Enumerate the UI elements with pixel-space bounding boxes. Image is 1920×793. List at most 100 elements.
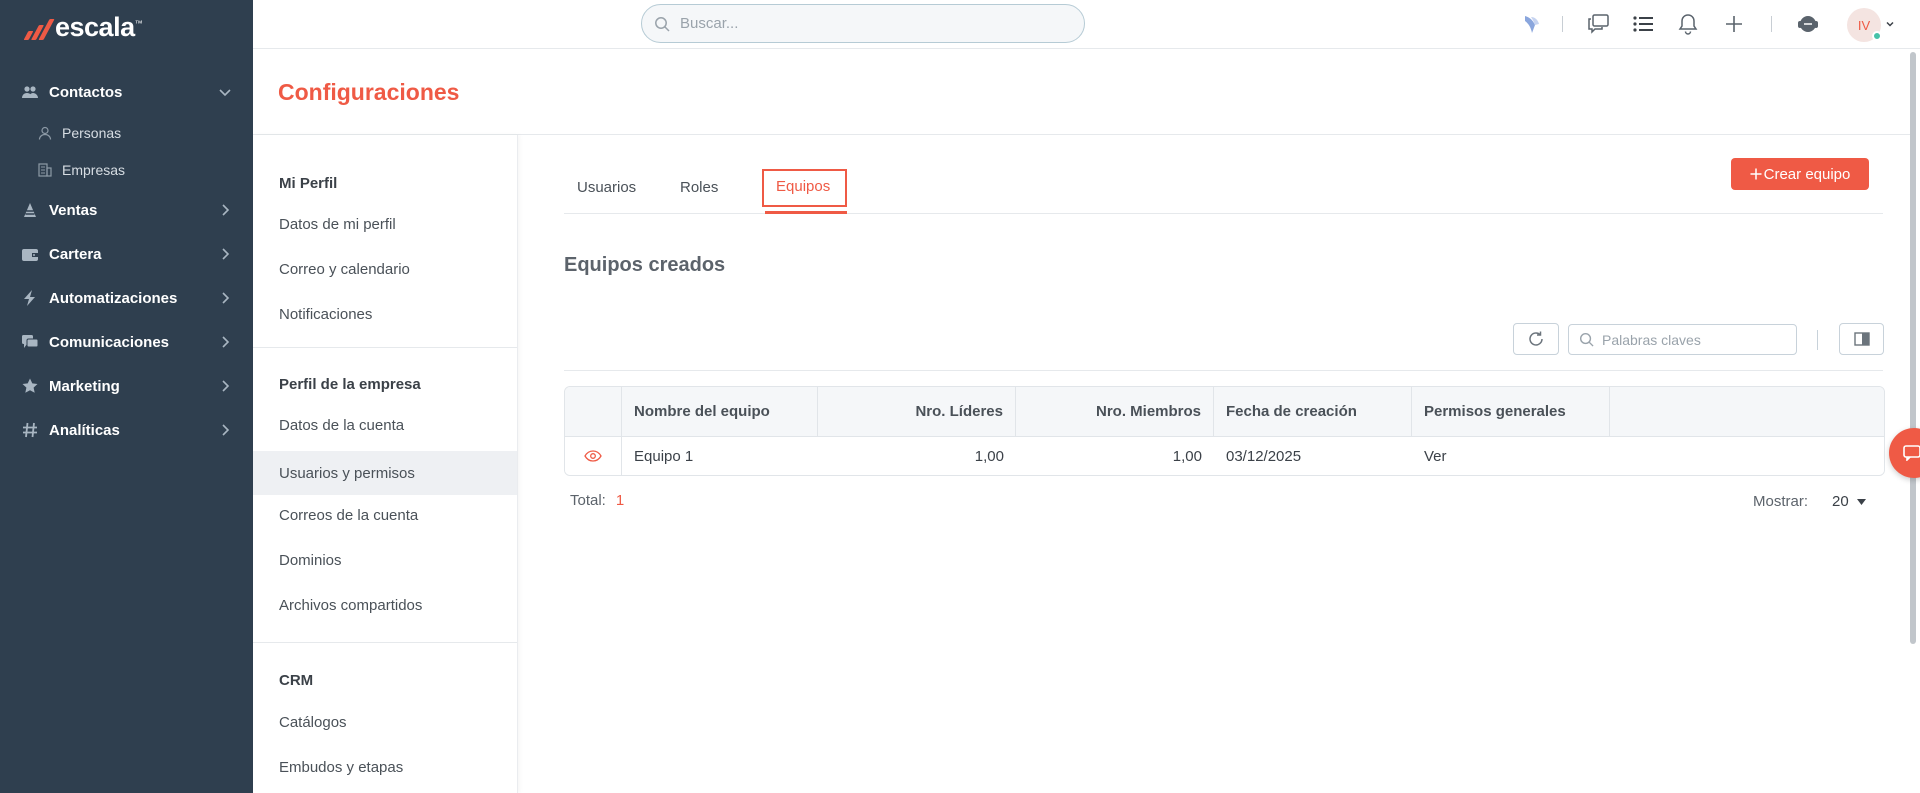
menu-link-embudos-y-etapas[interactable]: Embudos y etapas: [253, 745, 517, 789]
messages-icon[interactable]: [1586, 12, 1610, 36]
sidebar-item-ventas[interactable]: Ventas: [0, 188, 253, 232]
table-row[interactable]: Equipo 1 1,00 1,00 03/12/2025 Ver: [565, 437, 1884, 475]
keyword-search[interactable]: [1568, 324, 1797, 355]
eye-icon: [584, 450, 602, 462]
tab-roles[interactable]: Roles: [680, 179, 718, 196]
sidebar-item-label: Empresas: [62, 161, 126, 178]
divider: [1817, 330, 1818, 350]
sidebar-item-label: Comunicaciones: [49, 333, 170, 351]
total-count: Total: 1: [570, 492, 624, 509]
menu-heading-crm: CRM: [279, 672, 314, 689]
sidebar-item-empresas[interactable]: Empresas: [0, 151, 253, 188]
menu-link-archivos-compartidos[interactable]: Archivos compartidos: [253, 583, 517, 627]
chevron-right-icon: [222, 248, 230, 260]
section-title: Equipos creados: [564, 254, 726, 276]
sidebar-item-automatizaciones[interactable]: Automatizaciones: [0, 276, 253, 320]
chat-icon: [22, 334, 38, 350]
page-size-value: 20: [1832, 493, 1849, 510]
menu-heading-mi-perfil: Mi Perfil: [279, 175, 338, 192]
menu-link-correo-y-calendario[interactable]: Correo y calendario: [253, 247, 517, 291]
menu-link-dominios[interactable]: Dominios: [253, 538, 517, 582]
cell-permissions: Ver: [1424, 447, 1447, 465]
view-button[interactable]: [565, 437, 622, 475]
total-value: 1: [615, 492, 625, 509]
sidebar-item-label: Marketing: [49, 377, 120, 395]
sidebar: escala™ Contactos Personas Empresas Vent…: [0, 0, 253, 793]
sidebar-item-analiticas[interactable]: Analíticas: [0, 408, 253, 452]
menu-divider: [253, 642, 517, 643]
tabs: Usuarios Roles Equipos: [564, 135, 1883, 214]
chevron-right-icon: [222, 204, 230, 216]
logo[interactable]: escala™: [23, 12, 143, 43]
list-icon[interactable]: [1631, 12, 1655, 36]
cell-members: 1,00: [1172, 447, 1202, 465]
page-header: Configuraciones: [253, 49, 1913, 135]
global-search[interactable]: [641, 4, 1085, 43]
topbar: IV: [253, 0, 1920, 49]
columns-icon: [1853, 332, 1870, 346]
building-icon: [38, 162, 52, 177]
chevron-down-icon[interactable]: [1885, 19, 1895, 29]
support-icon[interactable]: [1796, 12, 1820, 36]
sidebar-item-label: Cartera: [49, 245, 102, 263]
search-icon: [1579, 332, 1594, 347]
total-label: Total:: [570, 492, 606, 509]
bell-icon[interactable]: [1676, 12, 1700, 36]
avatar-initials: IV: [1857, 17, 1871, 33]
refresh-icon: [1529, 331, 1543, 346]
person-icon: [38, 126, 52, 140]
search-input[interactable]: [680, 15, 1060, 32]
menu-link-datos-de-mi-perfil[interactable]: Datos de mi perfil: [253, 202, 517, 246]
sidebar-item-cartera[interactable]: Cartera: [0, 232, 253, 276]
page-size-select[interactable]: 20: [1832, 493, 1866, 510]
page-title: Configuraciones: [278, 79, 460, 105]
column-header-permisos[interactable]: Permisos generales: [1412, 387, 1610, 436]
menu-link-catalogos[interactable]: Catálogos: [253, 700, 517, 744]
bolt-icon: [22, 290, 38, 306]
caret-down-icon: [1856, 498, 1866, 505]
menu-link-usuarios-y-permisos[interactable]: Usuarios y permisos: [253, 451, 517, 495]
chevron-right-icon: [222, 336, 230, 348]
plus-icon: [1750, 168, 1762, 180]
sidebar-item-label: Ventas: [49, 201, 98, 219]
table-header-actions: [565, 387, 622, 436]
main-content: Usuarios Roles Equipos Crear equipo Equi…: [518, 135, 1913, 793]
logo-text: escala™: [55, 12, 143, 42]
menu-link-correos-de-la-cuenta[interactable]: Correos de la cuenta: [253, 493, 517, 537]
divider: [564, 370, 1883, 371]
cell-team-name: Equipo 1: [634, 447, 694, 465]
scrollbar[interactable]: [1910, 52, 1916, 644]
teams-table: Nombre del equipo Nro. Líderes Nro. Miem…: [564, 386, 1885, 476]
sidebar-item-personas[interactable]: Personas: [0, 114, 253, 151]
menu-link-datos-de-la-cuenta[interactable]: Datos de la cuenta: [253, 403, 517, 447]
plus-icon[interactable]: [1722, 12, 1746, 36]
divider: [1771, 16, 1772, 32]
chat-icon: [1903, 445, 1920, 461]
tab-usuarios[interactable]: Usuarios: [577, 179, 636, 196]
sidebar-item-contactos[interactable]: Contactos: [0, 70, 253, 114]
cell-created-date: 03/12/2025: [1226, 447, 1302, 465]
avatar[interactable]: IV: [1847, 8, 1882, 42]
page-size-label: Mostrar:: [1753, 493, 1809, 510]
bird-icon[interactable]: [1520, 12, 1544, 36]
sidebar-item-comunicaciones[interactable]: Comunicaciones: [0, 320, 253, 364]
page-size: Mostrar: 20: [1753, 493, 1866, 510]
column-header-fecha[interactable]: Fecha de creación: [1214, 387, 1412, 436]
keyword-search-input[interactable]: [1602, 331, 1792, 348]
column-header-nombre[interactable]: Nombre del equipo: [622, 387, 818, 436]
tab-equipos[interactable]: Equipos: [776, 178, 830, 195]
people-icon: [22, 84, 38, 100]
sidebar-item-label: Contactos: [49, 83, 123, 101]
column-header-miembros[interactable]: Nro. Miembros: [1016, 387, 1214, 436]
refresh-button[interactable]: [1513, 323, 1559, 355]
menu-link-notificaciones[interactable]: Notificaciones: [253, 292, 517, 336]
divider: [1562, 16, 1563, 32]
chevron-right-icon: [222, 424, 230, 436]
table-header: Nombre del equipo Nro. Líderes Nro. Miem…: [565, 387, 1884, 437]
cell-empty: [1610, 437, 1884, 475]
column-header-empty: [1610, 387, 1884, 436]
columns-button[interactable]: [1839, 323, 1884, 355]
create-team-button[interactable]: Crear equipo: [1731, 158, 1869, 190]
sidebar-item-marketing[interactable]: Marketing: [0, 364, 253, 408]
column-header-lideres[interactable]: Nro. Líderes: [818, 387, 1016, 436]
